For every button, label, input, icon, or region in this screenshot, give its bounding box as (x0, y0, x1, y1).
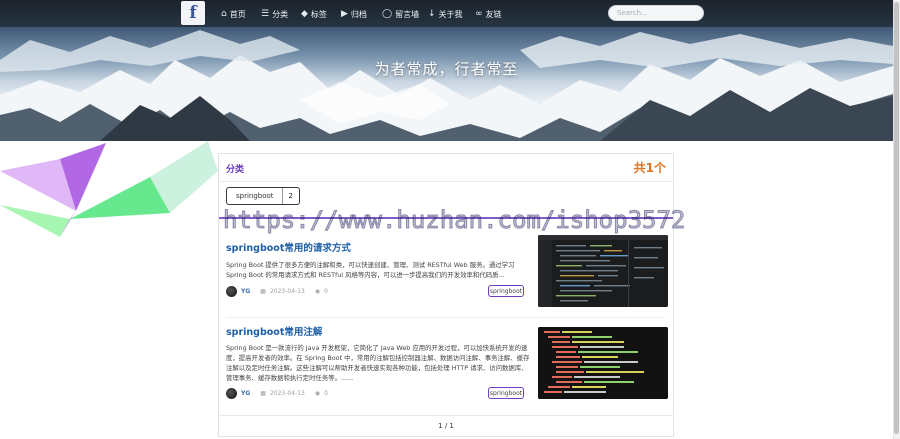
panel-header: 分类 共1个 (219, 154, 673, 182)
post-meta: YG ▦ 2023-04-13 ◉ 0 (226, 387, 328, 399)
site-logo[interactable]: f (181, 1, 205, 25)
nav-label-category: 分类 (272, 9, 289, 19)
nav-label-guestbook: 留言墙 (395, 9, 420, 19)
tag-icon: ◆ (301, 9, 308, 19)
post-excerpt: Spring Boot 提供了很多方便的注解和类，可以快速创建、管理、测试 RE… (226, 261, 515, 279)
nav-label-links: 友链 (485, 9, 502, 19)
calendar-icon: ▦ (260, 287, 266, 295)
code-screenshot-image (538, 327, 668, 399)
nav-label-tags: 标签 (310, 9, 327, 19)
calendar-icon: ▦ (260, 389, 266, 397)
top-navbar: f ⌂ 首页 ☰ 分类 ◆ 标签 ▶ 归档 ◯ 留言墙 ↓ 关于我 ∞ 友链 (0, 0, 893, 27)
post-divider (226, 317, 666, 318)
avatar (226, 285, 237, 297)
post-excerpt: Spring Boot 是一款流行的 Java 开发框架，它简化了 Java W… (226, 344, 530, 382)
decorative-triangles (0, 141, 218, 237)
post-thumbnail[interactable] (538, 235, 668, 307)
post-author[interactable]: YG (241, 390, 250, 397)
post-views: 0 (324, 287, 328, 295)
post-date: 2023-04-13 (269, 287, 305, 295)
code-screenshot-image (538, 235, 668, 307)
search-input[interactable] (608, 5, 704, 21)
nav-item-category[interactable]: ☰ 分类 (261, 7, 288, 21)
link-icon: ∞ (475, 9, 483, 19)
post-tag[interactable]: springboot (488, 285, 524, 297)
nav-label-about: 关于我 (438, 9, 463, 19)
nav-label-archive: 归档 (350, 9, 367, 19)
post-author[interactable]: YG (241, 288, 250, 295)
watermark-text: https://www.huzhan.com/ishop3572 (222, 206, 686, 235)
post-date: 2023-04-13 (269, 389, 305, 397)
post-tag[interactable]: springboot (488, 387, 524, 399)
category-tag-name: springboot (236, 192, 274, 200)
nav-item-tags[interactable]: ◆ 标签 (301, 7, 327, 21)
category-count: 共1个 (633, 161, 666, 175)
nav-item-home[interactable]: ⌂ 首页 (221, 7, 246, 21)
archive-icon: ▶ (341, 9, 348, 19)
post-views: 0 (324, 389, 328, 397)
eye-icon: ◉ (314, 389, 321, 397)
nav-item-archive[interactable]: ▶ 归档 (341, 7, 367, 21)
scrollbar-thumb[interactable] (894, 2, 899, 434)
hero-title: 为者常成，行者常至 (374, 60, 519, 78)
eye-icon: ◉ (314, 287, 321, 295)
nav-item-about[interactable]: ↓ 关于我 (428, 7, 463, 21)
user-icon: ↓ (428, 9, 436, 19)
logo-letter: f (189, 2, 197, 23)
post-title[interactable]: springboot常用的请求方式 (226, 240, 351, 254)
post-title[interactable]: springboot常用注解 (226, 324, 322, 338)
comment-icon: ◯ (382, 9, 393, 19)
nav-item-guestbook[interactable]: ◯ 留言墙 (382, 7, 419, 21)
avatar (226, 387, 237, 399)
nav-label-home: 首页 (229, 9, 246, 19)
list-icon: ☰ (261, 9, 270, 19)
category-tag-springboot[interactable]: springboot 2 (226, 187, 301, 205)
category-panel: 分类 共1个 springboot 2 https://www.huzhan.c… (218, 153, 686, 437)
nav-item-links[interactable]: ∞ 友链 (475, 7, 502, 21)
panel-title: 分类 (226, 165, 245, 175)
pagination: 1 / 1 (219, 415, 673, 437)
category-tag-count: 2 (281, 188, 299, 204)
post-thumbnail[interactable] (538, 327, 668, 399)
post-meta: YG ▦ 2023-04-13 ◉ 0 (226, 285, 328, 297)
home-icon: ⌂ (221, 9, 227, 19)
